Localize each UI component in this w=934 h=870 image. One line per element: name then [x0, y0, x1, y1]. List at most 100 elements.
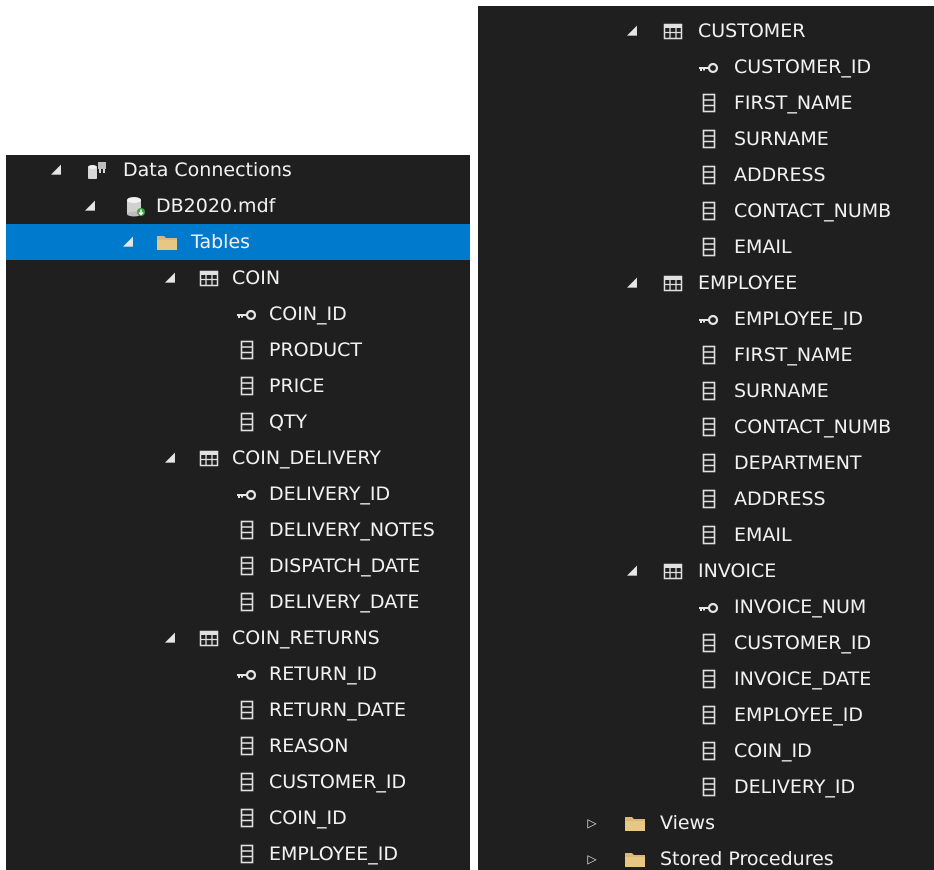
tree-item-column[interactable]: COIN_ID: [6, 800, 470, 836]
tree-item-column[interactable]: CUSTOMER_ID: [478, 625, 934, 661]
column-icon: [698, 668, 720, 690]
tree-item-column[interactable]: EMAIL: [478, 229, 934, 265]
tree-item-label: FIRST_NAME: [734, 344, 853, 366]
tree-item-label: ADDRESS: [734, 164, 826, 186]
tree-item-table[interactable]: ◢ COIN_DELIVERY: [6, 440, 470, 476]
column-icon: [698, 632, 720, 654]
tree-item-label: COIN_ID: [734, 740, 812, 762]
expanded-arrow-icon[interactable]: ◢: [82, 188, 98, 224]
tree-item-column[interactable]: QTY: [6, 404, 470, 440]
column-icon: [236, 735, 258, 757]
key-icon: [698, 596, 720, 618]
tree-item-column[interactable]: EMAIL: [478, 517, 934, 553]
tree-item-label: EMPLOYEE_ID: [734, 308, 864, 330]
column-icon: [698, 488, 720, 510]
column-icon: [698, 344, 720, 366]
tree-right: ◢ CUSTOMER CUSTOMER_ID FIRST_NAME SURNAME ADD…: [478, 13, 934, 870]
tree-item-key[interactable]: RETURN_ID: [6, 656, 470, 692]
tree-item-folder[interactable]: ▷ Stored Procedures: [478, 841, 934, 870]
column-icon: [236, 591, 258, 613]
tree-item-column[interactable]: ADDRESS: [478, 157, 934, 193]
tree-item-label: EMPLOYEE: [698, 272, 798, 294]
tree-item-label: Stored Procedures: [660, 848, 834, 870]
tree-item-label: EMPLOYEE_ID: [269, 843, 399, 865]
tree-item-connections[interactable]: ◢ Data Connections: [6, 155, 470, 188]
tree-item-column[interactable]: COIN_ID: [478, 733, 934, 769]
tree-item-column[interactable]: DEPARTMENT: [478, 445, 934, 481]
tree-item-label: DISPATCH_DATE: [269, 555, 421, 577]
key-icon: [236, 663, 258, 685]
tree-item-folder[interactable]: ◢ Tables: [6, 224, 470, 260]
server-explorer-right: ◢ CUSTOMER CUSTOMER_ID FIRST_NAME SURNAME ADD…: [478, 6, 934, 870]
tree-item-key[interactable]: COIN_ID: [6, 296, 470, 332]
expanded-arrow-icon[interactable]: ◢: [48, 155, 64, 188]
tree-item-column[interactable]: DELIVERY_ID: [478, 769, 934, 805]
collapsed-arrow-icon[interactable]: ▷: [584, 805, 600, 841]
column-icon: [698, 704, 720, 726]
tree-item-column[interactable]: CUSTOMER_ID: [6, 764, 470, 800]
tree-item-column[interactable]: SURNAME: [478, 121, 934, 157]
tree-item-label: REASON: [269, 735, 349, 757]
column-icon: [698, 416, 720, 438]
tree-item-label: RETURN_ID: [269, 663, 377, 685]
column-icon: [236, 699, 258, 721]
tree-item-table[interactable]: ◢ COIN_RETURNS: [6, 620, 470, 656]
tree-item-key[interactable]: INVOICE_NUM: [478, 589, 934, 625]
tree-item-column[interactable]: PRODUCT: [6, 332, 470, 368]
expanded-arrow-icon[interactable]: ◢: [624, 553, 640, 589]
column-icon: [698, 128, 720, 150]
tree-item-label: Data Connections: [123, 159, 292, 181]
tree-item-table[interactable]: ◢ EMPLOYEE: [478, 265, 934, 301]
tree-item-column[interactable]: DELIVERY_NOTES: [6, 512, 470, 548]
tree-item-table[interactable]: ◢ INVOICE: [478, 553, 934, 589]
tree-item-column[interactable]: DELIVERY_DATE: [6, 584, 470, 620]
tree-item-database[interactable]: ◢ DB2020.mdf: [6, 188, 470, 224]
tree-item-folder[interactable]: ▷ Views: [478, 805, 934, 841]
tree-item-column[interactable]: PRICE: [6, 368, 470, 404]
tree-item-column[interactable]: FIRST_NAME: [478, 85, 934, 121]
tree-item-column[interactable]: RETURN_DATE: [6, 692, 470, 728]
tree-item-label: EMAIL: [734, 236, 792, 258]
column-icon: [698, 524, 720, 546]
column-icon: [698, 236, 720, 258]
tree-item-column[interactable]: INVOICE_DATE: [478, 661, 934, 697]
expanded-arrow-icon[interactable]: ◢: [624, 265, 640, 301]
folder-icon: [624, 812, 646, 834]
tree-item-key[interactable]: DELIVERY_ID: [6, 476, 470, 512]
collapsed-arrow-icon[interactable]: ▷: [584, 841, 600, 870]
tree-item-column[interactable]: ADDRESS: [478, 481, 934, 517]
tree-item-label: DELIVERY_DATE: [269, 591, 420, 613]
expanded-arrow-icon[interactable]: ◢: [162, 620, 178, 656]
expanded-arrow-icon[interactable]: ◢: [162, 440, 178, 476]
tree-item-table[interactable]: ◢ COIN: [6, 260, 470, 296]
tree-item-label: INVOICE_DATE: [734, 668, 872, 690]
tree-item-column[interactable]: CONTACT_NUMB: [478, 193, 934, 229]
tree-item-column[interactable]: EMPLOYEE_ID: [6, 836, 470, 870]
tree-item-key[interactable]: EMPLOYEE_ID: [478, 301, 934, 337]
tree-item-label: CONTACT_NUMB: [734, 416, 892, 438]
tree-left: ◢ Data Connections ◢ DB2020.mdf ◢ Tables ◢ COIN…: [6, 155, 470, 870]
column-icon: [236, 375, 258, 397]
tree-item-label: QTY: [269, 411, 308, 433]
tree-item-column[interactable]: REASON: [6, 728, 470, 764]
tree-item-column[interactable]: SURNAME: [478, 373, 934, 409]
table-icon: [198, 447, 220, 469]
expanded-arrow-icon[interactable]: ◢: [624, 13, 640, 49]
tree-item-column[interactable]: EMPLOYEE_ID: [478, 697, 934, 733]
tree-item-table[interactable]: ◢ CUSTOMER: [478, 13, 934, 49]
tree-item-label: FIRST_NAME: [734, 92, 853, 114]
column-icon: [236, 519, 258, 541]
expanded-arrow-icon[interactable]: ◢: [162, 260, 178, 296]
tree-item-label: CUSTOMER_ID: [734, 56, 872, 78]
tree-item-column[interactable]: FIRST_NAME: [478, 337, 934, 373]
tree-item-column[interactable]: CONTACT_NUMB: [478, 409, 934, 445]
tree-item-label: DELIVERY_ID: [269, 483, 391, 505]
table-icon: [662, 272, 684, 294]
tree-item-key[interactable]: CUSTOMER_ID: [478, 49, 934, 85]
column-icon: [698, 164, 720, 186]
tree-item-column[interactable]: DISPATCH_DATE: [6, 548, 470, 584]
column-icon: [698, 380, 720, 402]
expanded-arrow-icon[interactable]: ◢: [120, 224, 136, 260]
tree-item-label: CONTACT_NUMB: [734, 200, 892, 222]
tree-item-label: DELIVERY_ID: [734, 776, 856, 798]
